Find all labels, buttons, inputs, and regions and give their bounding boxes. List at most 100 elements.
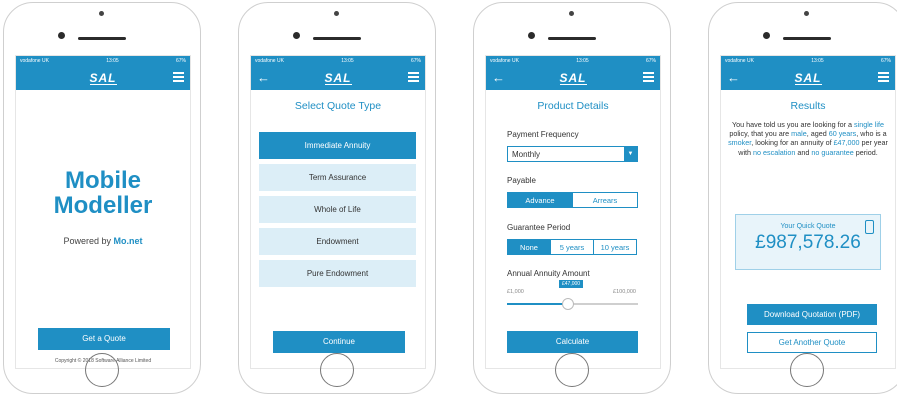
camera bbox=[763, 32, 770, 39]
hamburger-menu-icon[interactable] bbox=[173, 72, 184, 84]
payable-toggle: Advance Arrears bbox=[507, 192, 638, 208]
screen-welcome: vodafone UK 13:05 67% SAL Mobile Modelle… bbox=[15, 55, 191, 369]
navbar: ← SAL bbox=[251, 66, 425, 90]
back-arrow-icon[interactable]: ← bbox=[257, 70, 270, 85]
quick-quote-amount: £987,578.26 bbox=[755, 232, 861, 253]
payment-frequency-value: Monthly bbox=[512, 149, 541, 159]
navbar: ← SAL bbox=[721, 66, 895, 90]
speaker bbox=[78, 37, 126, 40]
results-summary: You have told us you are looking for a s… bbox=[728, 120, 888, 157]
sal-logo: SAL bbox=[559, 70, 587, 85]
battery-label: 67% bbox=[645, 58, 656, 64]
phone-1: vodafone UK 13:05 67% SAL Mobile Modelle… bbox=[3, 2, 201, 394]
guarantee-none-option[interactable]: None bbox=[507, 239, 551, 255]
home-button[interactable] bbox=[320, 353, 354, 387]
annuity-amount-label: Annual Annuity Amount bbox=[507, 269, 590, 278]
sal-logo: SAL bbox=[794, 70, 822, 85]
time-label: 13:05 bbox=[576, 58, 589, 64]
annuity-slider-thumb[interactable] bbox=[561, 298, 574, 310]
status-bar: vodafone UK 13:05 67% bbox=[486, 56, 660, 66]
navbar: SAL bbox=[16, 66, 190, 90]
time-label: 13:05 bbox=[341, 58, 354, 64]
payable-advance-option[interactable]: Advance bbox=[507, 192, 573, 208]
get-another-quote-button[interactable]: Get Another Quote bbox=[747, 332, 877, 353]
status-bar: vodafone UK 13:05 67% bbox=[16, 56, 190, 66]
powered-by-prefix: Powered by bbox=[63, 236, 114, 246]
download-quotation-button[interactable]: Download Quotation (PDF) bbox=[747, 304, 877, 325]
phone-3: vodafone UK 13:05 67% ← SAL Product Deta… bbox=[473, 2, 671, 394]
annuity-max-label: £100,000 bbox=[613, 289, 636, 295]
status-bar: vodafone UK 13:05 67% bbox=[721, 56, 895, 66]
sensor-dot bbox=[99, 11, 104, 16]
annuity-value: £47,000 bbox=[833, 138, 860, 148]
camera bbox=[528, 32, 535, 39]
carrier-label: vodafone UK bbox=[725, 58, 754, 64]
quote-type-option[interactable]: Endowment bbox=[259, 228, 416, 255]
app-title-line1: Mobile bbox=[65, 167, 141, 194]
quote-type-option[interactable]: Term Assurance bbox=[259, 164, 416, 191]
guarantee-period-toggle: None 5 years 10 years bbox=[507, 239, 637, 255]
app-title-line2: Modeller bbox=[53, 192, 153, 219]
phone-2: vodafone UK 13:05 67% ← SAL Select Quote… bbox=[238, 2, 436, 394]
quick-quote-box: Your Quick Quote £987,578.26 bbox=[735, 214, 881, 270]
page-title: Select Quote Type bbox=[294, 100, 382, 112]
camera bbox=[58, 32, 65, 39]
annuity-min-label: £1,000 bbox=[507, 289, 524, 295]
time-label: 13:05 bbox=[106, 58, 119, 64]
battery-label: 67% bbox=[880, 58, 891, 64]
payable-label: Payable bbox=[507, 176, 536, 185]
mobile-phone-icon bbox=[865, 220, 874, 234]
hamburger-menu-icon[interactable] bbox=[643, 72, 654, 84]
payment-frequency-label: Payment Frequency bbox=[507, 130, 579, 139]
calculate-button[interactable]: Calculate bbox=[507, 331, 638, 353]
annuity-slider-fill bbox=[507, 303, 568, 305]
quote-type-option[interactable]: Pure Endowment bbox=[259, 260, 416, 287]
powered-by-brand: Mo.net bbox=[113, 236, 143, 246]
powered-by: Powered by Mo.net bbox=[16, 236, 190, 246]
hamburger-menu-icon[interactable] bbox=[408, 72, 419, 84]
quote-type-option[interactable]: Whole of Life bbox=[259, 196, 416, 223]
status-bar: vodafone UK 13:05 67% bbox=[251, 56, 425, 66]
guarantee-10-years-option[interactable]: 10 years bbox=[593, 239, 637, 255]
sensor-dot bbox=[334, 11, 339, 16]
screen-results: vodafone UK 13:05 67% ← SAL Results You … bbox=[720, 55, 896, 369]
battery-label: 67% bbox=[175, 58, 186, 64]
back-arrow-icon[interactable]: ← bbox=[727, 70, 740, 85]
hamburger-menu-icon[interactable] bbox=[878, 72, 889, 84]
guarantee-5-years-option[interactable]: 5 years bbox=[550, 239, 594, 255]
payable-arrears-option[interactable]: Arrears bbox=[572, 192, 638, 208]
smoker-value: smoker bbox=[728, 138, 752, 148]
back-arrow-icon[interactable]: ← bbox=[492, 70, 505, 85]
page-title: Product Details bbox=[537, 100, 609, 112]
get-quote-button[interactable]: Get a Quote bbox=[38, 328, 170, 350]
page-title: Results bbox=[790, 100, 826, 112]
payment-frequency-select[interactable]: Monthly ▼ bbox=[507, 146, 638, 162]
speaker bbox=[783, 37, 831, 40]
screen-product-details: vodafone UK 13:05 67% ← SAL Product Deta… bbox=[485, 55, 661, 369]
battery-label: 67% bbox=[410, 58, 421, 64]
gender-value: male bbox=[791, 129, 807, 139]
guarantee-period-label: Guarantee Period bbox=[507, 223, 571, 232]
phone-4: vodafone UK 13:05 67% ← SAL Results You … bbox=[708, 2, 897, 394]
sensor-dot bbox=[804, 11, 809, 16]
home-button[interactable] bbox=[85, 353, 119, 387]
continue-button[interactable]: Continue bbox=[273, 331, 405, 353]
home-button[interactable] bbox=[555, 353, 589, 387]
home-button[interactable] bbox=[790, 353, 824, 387]
quote-type-option[interactable]: Immediate Annuity bbox=[259, 132, 416, 159]
sal-logo: SAL bbox=[89, 70, 117, 85]
speaker bbox=[548, 37, 596, 40]
camera bbox=[293, 32, 300, 39]
navbar: ← SAL bbox=[486, 66, 660, 90]
quick-quote-label: Your Quick Quote bbox=[780, 223, 836, 230]
sensor-dot bbox=[569, 11, 574, 16]
guarantee-value: no guarantee bbox=[811, 147, 854, 157]
age-value: 60 years bbox=[828, 129, 857, 139]
speaker bbox=[313, 37, 361, 40]
escalation-value: no escalation bbox=[753, 147, 796, 157]
dropdown-arrow-icon: ▼ bbox=[624, 147, 637, 161]
time-label: 13:05 bbox=[811, 58, 824, 64]
carrier-label: vodafone UK bbox=[255, 58, 284, 64]
screen-quote-type: vodafone UK 13:05 67% ← SAL Select Quote… bbox=[250, 55, 426, 369]
carrier-label: vodafone UK bbox=[490, 58, 519, 64]
